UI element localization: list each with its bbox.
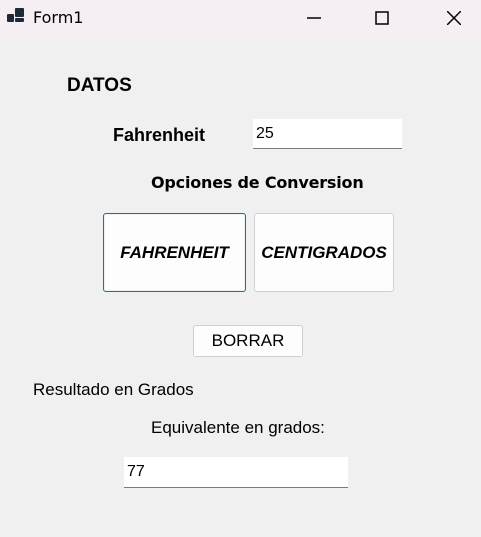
close-button[interactable] [431, 0, 477, 37]
minimize-button[interactable] [291, 0, 337, 37]
fahrenheit-button[interactable]: FAHRENHEIT [103, 213, 246, 292]
maximize-button[interactable] [359, 0, 405, 37]
clear-button[interactable]: BORRAR [193, 325, 303, 357]
fahrenheit-label: Fahrenheit [113, 125, 206, 145]
equivalent-label: Equivalente en grados: [151, 418, 325, 437]
centigrados-button[interactable]: CENTIGRADOS [254, 213, 394, 292]
fahrenheit-input[interactable] [253, 119, 402, 149]
result-title: Resultado en Grados [33, 380, 194, 399]
form1-window: Form1 DATOS Fahrenheit Opciones de Conve… [0, 0, 481, 537]
app-icon [7, 8, 25, 24]
result-input[interactable] [124, 457, 348, 488]
options-title: Opciones de Conversion [151, 173, 364, 192]
close-icon [447, 11, 461, 25]
window-title: Form1 [33, 8, 84, 27]
minimize-icon [307, 17, 321, 19]
maximize-icon [375, 11, 389, 25]
section-title: DATOS [67, 75, 132, 96]
title-bar[interactable]: Form1 [0, 0, 481, 37]
